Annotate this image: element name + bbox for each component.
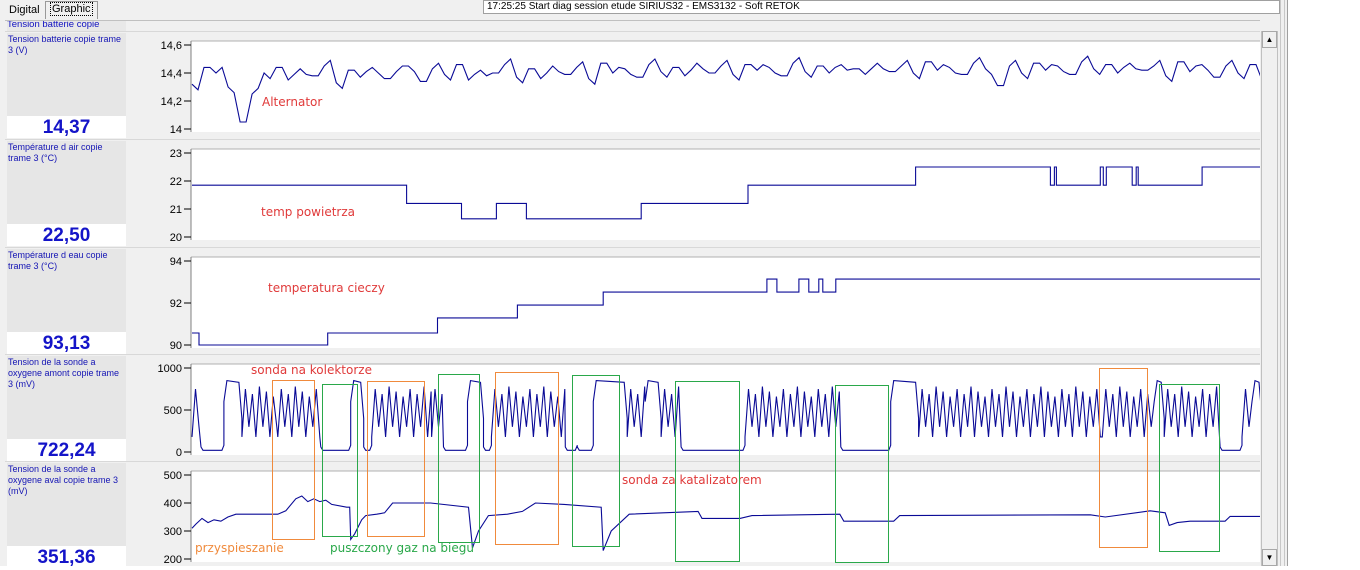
signal-value: 14,37 [7, 116, 126, 138]
plot-area [191, 41, 1260, 132]
diag-window: Digital Graphic 17:25:25 Start diag sess… [0, 0, 1288, 568]
y-tick-label: 14,4 [161, 68, 182, 80]
log-line: 17:25:25 Start diag session etude SIRIUS… [487, 1, 800, 12]
vertical-scrollbar[interactable]: ▲ ▼ [1261, 31, 1278, 566]
y-tick-label: 400 [164, 498, 182, 510]
signal-value: 93,13 [7, 332, 126, 354]
chart-battery-voltage: 14 14,2 14,4 14,6 [161, 40, 1260, 136]
tab-digital[interactable]: Digital [5, 3, 44, 19]
y-tick-label: 22 [170, 176, 182, 188]
acceleration-highlight-box [1099, 368, 1148, 548]
annotation-alternator: Alternator [262, 95, 323, 109]
panel-coolant-temperature: Température d eau copie trame 3 (°C) 93,… [5, 247, 1260, 355]
y-tick-label: 92 [170, 298, 182, 310]
coasting-highlight-box [438, 374, 480, 543]
tab-graphic[interactable]: Graphic [45, 1, 98, 19]
y-tick-label: 14,2 [161, 96, 182, 108]
plot-area [191, 257, 1260, 348]
y-tick-label: 200 [164, 554, 182, 566]
y-tick-label: 14 [170, 124, 182, 136]
signal-label: Tension batterie copie trame 3 (V) [7, 33, 126, 116]
panel-air-temperature: Température d air copie trame 3 (°C) 22,… [5, 139, 1260, 247]
coasting-highlight-box [1159, 384, 1220, 552]
annotation-coast: puszczony gaz na biegu [330, 541, 474, 555]
signal-value: 722,24 [7, 439, 126, 461]
y-tick-label: 500 [164, 405, 182, 417]
signal-label: Tension de la sonde a oxygene aval copie… [7, 463, 126, 546]
arrow-down-icon: ▼ [1265, 553, 1274, 562]
annotation-accel: przyspieszanie [195, 541, 284, 555]
coasting-highlight-box [835, 385, 889, 563]
annotation-coolant: temperatura cieczy [268, 281, 385, 295]
coasting-highlight-box [675, 381, 740, 562]
y-tick-label: 500 [164, 470, 182, 482]
coasting-highlight-box [572, 375, 620, 547]
tab-digital-label: Digital [9, 4, 40, 16]
annotation-air: temp powietrza [261, 205, 355, 219]
acceleration-highlight-box [367, 381, 425, 537]
y-tick-label: 14,6 [161, 40, 182, 52]
y-tick-label: 94 [170, 256, 182, 268]
tab-graphic-label: Graphic [50, 2, 93, 16]
signal-value: 351,36 [7, 546, 126, 568]
chart-coolant-temperature: 90 92 94 [170, 256, 1260, 352]
scroll-down-button[interactable]: ▼ [1262, 549, 1277, 566]
y-tick-label: 0 [176, 447, 182, 459]
panel-battery-voltage: Tension batterie copie trame 3 (V) 14,37… [5, 31, 1260, 139]
acceleration-highlight-box [495, 372, 559, 545]
y-tick-label: 23 [170, 148, 182, 160]
chart-air-temperature: 20 21 22 23 [170, 148, 1260, 244]
y-tick-label: 1000 [158, 363, 182, 375]
coasting-highlight-box [322, 384, 358, 537]
signal-label: Température d eau copie trame 3 (°C) [7, 249, 126, 332]
clipped-label: Tension batterie copie trame [7, 21, 126, 31]
clipped-header-row: Tension batterie copie trame [5, 20, 1260, 31]
plot-area [191, 149, 1260, 240]
y-tick-label: 20 [170, 232, 182, 244]
arrow-up-icon: ▲ [1265, 35, 1274, 44]
signal-value: 22,50 [7, 224, 126, 246]
annotation-upstream: sonda na kolektorze [251, 363, 372, 377]
scroll-up-button[interactable]: ▲ [1262, 31, 1277, 48]
signal-label: Température d air copie trame 3 (°C) [7, 141, 126, 224]
acceleration-highlight-box [272, 380, 315, 540]
y-tick-label: 300 [164, 526, 182, 538]
y-tick-label: 90 [170, 340, 182, 352]
session-log[interactable]: 17:25:25 Start diag session etude SIRIUS… [483, 0, 1280, 14]
signal-label: Tension de la sonde a oxygene amont copi… [7, 356, 126, 439]
y-tick-label: 21 [170, 204, 182, 216]
panel-o2-upstream: Tension de la sonde a oxygene amont copi… [5, 354, 1260, 462]
